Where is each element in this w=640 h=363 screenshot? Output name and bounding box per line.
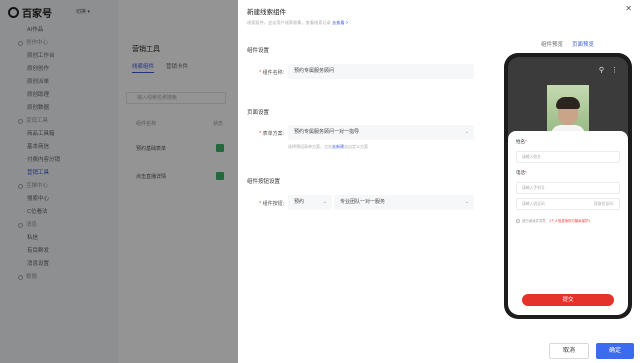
tab-component-preview[interactable]: 组件预览 [541,40,563,48]
create-form-link[interactable]: 去新建 [332,144,344,149]
close-icon[interactable]: ✕ [625,4,632,13]
phone-preview: ⚲ ⋮ 姓名* 请输入姓名 电话* 请输入手机号 请输入验证码 获取验证码 我已… [504,53,632,319]
button-text-select[interactable]: 专业团队一对一服务 ⌄ [334,195,474,210]
drawer-title: 新建线索组件 [247,9,286,16]
view-leads-link[interactable]: 去查看 > [332,20,348,25]
more-icon: ⋮ [611,67,618,74]
phone-field[interactable]: 请输入手机号 [516,182,620,194]
page: 百家号 切换 ▾ AI作品 创作中心 原创工作台 原创创作 原创派单 原创助理 原创数据 变现… [0,0,640,363]
code-field[interactable]: 请输入验证码 获取验证码 [516,198,620,210]
chevron-down-icon: ⌄ [464,129,469,135]
component-name-label: * 组件名称: [259,70,284,76]
name-field[interactable]: 请输入姓名 [516,151,620,163]
cancel-button[interactable]: 取消 [549,343,589,359]
group-title-button: 组件按钮设置 [247,179,281,185]
create-lead-component-drawer: 新建线索组件 ✕ 线索组件，会议用户线索收集，查看线索记录 去查看 > 组件设置… [238,0,640,363]
submit-button[interactable]: 提交 [522,294,614,306]
get-code-button[interactable]: 获取验证码 [594,199,613,209]
form-plan-label: * 表单方案: [259,131,284,137]
phone-top-icons: ⚲ ⋮ [599,66,618,74]
group-title-page: 页面设置 [247,110,270,116]
form-plan-hint: 选择预设表单方案，点击去新建去自定义方案 [288,144,368,149]
component-name-input[interactable]: 预约专属服务顾问 [288,64,474,79]
agreement[interactable]: 我已阅读并同意 《个人信息授权与隐私保护》 [516,218,592,223]
name-label: 姓名* [516,139,527,144]
chevron-down-icon: ⌄ [322,199,327,205]
button-type-select[interactable]: 预约 ⌄ [288,195,332,210]
tab-page-preview[interactable]: 页面预览 [572,40,594,48]
search-icon: ⚲ [598,67,604,74]
phone-screen: ⚲ ⋮ 姓名* 请输入姓名 电话* 请输入手机号 请输入验证码 获取验证码 我已… [508,57,628,315]
preview-tabs: 组件预览 页面预览 [541,40,594,48]
confirm-button[interactable]: 确定 [596,343,634,359]
form-plan-select[interactable]: 预约专属服务顾问一对一指导 ⌄ [288,125,474,140]
group-title-settings: 组件设置 [247,48,270,54]
component-button-label: * 组件按钮: [259,201,284,207]
modal-overlay[interactable] [0,0,238,363]
chevron-down-icon: ⌄ [464,199,469,205]
preview-form: 姓名* 请输入姓名 电话* 请输入手机号 请输入验证码 获取验证码 我已阅读并同… [508,131,628,315]
privacy-link[interactable]: 《个人信息授权与隐私保护》 [548,218,592,223]
drawer-description: 线索组件，会议用户线索收集，查看线索记录 去查看 > [247,20,349,25]
phone-label: 电话* [516,170,527,175]
checkbox-icon[interactable] [516,218,520,223]
